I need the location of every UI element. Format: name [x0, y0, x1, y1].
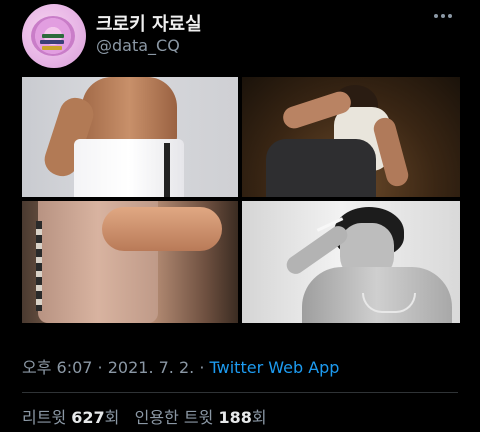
- user-handle[interactable]: @data_CQ: [96, 36, 180, 55]
- display-name[interactable]: 크로키 자료실: [96, 10, 202, 36]
- avatar[interactable]: [22, 4, 86, 68]
- retweet-label: 리트윗: [22, 408, 67, 427]
- divider: [22, 392, 458, 393]
- photo-back-tanktop[interactable]: [22, 201, 238, 323]
- tweet-meta: 오후 6:07 · 2021. 7. 2. · Twitter Web App: [22, 354, 339, 378]
- more-dot: [448, 14, 452, 18]
- quote-label: 인용한 트윗: [134, 408, 214, 427]
- avatar-stripe: [40, 40, 64, 44]
- meta-separator: ·: [92, 358, 108, 377]
- more-horizontal-icon[interactable]: [434, 14, 452, 18]
- photo-shirtless-torso[interactable]: [22, 77, 238, 197]
- tweet-time: 오후 6:07: [22, 358, 93, 377]
- tanktop-trim: [36, 221, 42, 311]
- tweet-stats: 리트윗 627회 인용한 트윗 188회: [22, 404, 267, 428]
- tweet-date: 2021. 7. 2.: [107, 358, 195, 377]
- arm-shape: [102, 207, 222, 251]
- photo-man-smoking[interactable]: [242, 201, 460, 323]
- avatar-stripe: [42, 34, 64, 38]
- torso-shape: [82, 77, 177, 147]
- trousers-shape: [266, 139, 376, 197]
- more-dot: [441, 14, 445, 18]
- photo-man-sitting-tanktop[interactable]: [242, 77, 460, 197]
- shorts-stripe: [164, 143, 170, 197]
- quote-count: 188: [218, 408, 252, 427]
- meta-separator: ·: [194, 358, 210, 377]
- avatar-stripe: [42, 46, 62, 50]
- quote-stat[interactable]: 인용한 트윗 188회: [135, 408, 267, 427]
- more-dot: [434, 14, 438, 18]
- retweet-unit: 회: [104, 408, 120, 427]
- retweet-stat[interactable]: 리트윗 627회: [22, 408, 119, 427]
- source-app-link[interactable]: Twitter Web App: [210, 358, 340, 377]
- quote-unit: 회: [251, 408, 267, 427]
- retweet-count: 627: [71, 408, 105, 427]
